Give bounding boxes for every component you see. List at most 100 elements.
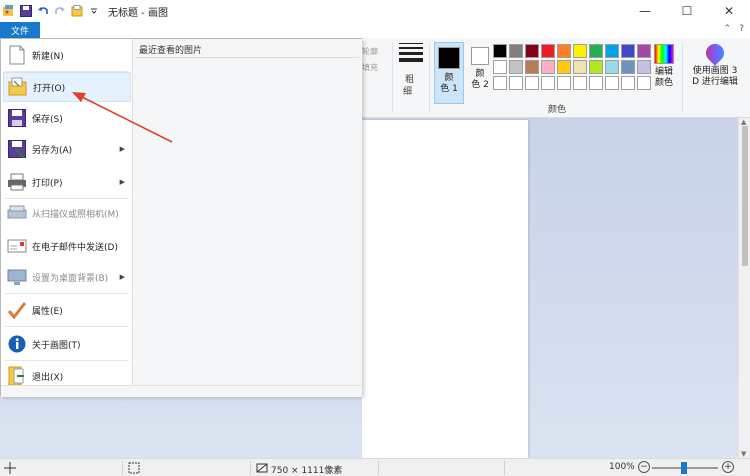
palette-swatch[interactable] [637,76,651,90]
palette-swatch[interactable] [573,76,587,90]
fill-button[interactable]: 填充 [362,62,378,73]
palette-swatch[interactable] [605,76,619,90]
outline-button[interactable]: 轮廓 [362,46,378,57]
file-menu-item-label: 从扫描仪或照相机(M) [32,209,119,220]
cursor-position-icon [4,462,16,474]
palette-swatch[interactable] [493,60,507,74]
palette-swatch[interactable] [541,76,555,90]
zoom-slider-thumb[interactable] [681,462,687,474]
minimize-button[interactable]: — [624,0,666,22]
printer-icon [6,171,28,193]
palette-swatch[interactable] [637,44,651,58]
help-icon[interactable]: ? [739,24,744,34]
palette-swatch[interactable] [557,76,571,90]
paint3d-button[interactable]: 使用画图 3 D 进行编辑 [685,40,745,88]
line-width-icon [399,43,423,65]
file-menu-item-label: 另存为(A) [32,145,73,156]
palette-swatch[interactable] [605,60,619,74]
file-menu-item-label: 保存(S) [32,114,63,125]
color1-swatch [438,47,460,69]
file-menu-commands: 新建(N) 打开(O) 保存(S) 另存为(A) ▶ 打印(P) ▶ 从扫描仪或照相机(M) 在… [1,39,132,386]
palette-swatch[interactable] [621,44,635,58]
file-menu-footer [1,385,362,397]
file-menu-item-label: 打印(P) [32,178,63,189]
file-menu: 新建(N) 打开(O) 保存(S) 另存为(A) ▶ 打印(P) ▶ 从扫描仪或照相机(M) 在… [0,38,362,397]
zoom-in-button[interactable]: + [722,461,734,473]
file-menu-item: 从扫描仪或照相机(M) [3,198,131,228]
palette-swatch[interactable] [541,60,555,74]
color2-button[interactable]: 颜 色 2 [466,42,494,102]
edit-colors-label-a: 编辑 [654,67,673,77]
save-icon[interactable] [19,4,33,18]
file-menu-item[interactable]: 另存为(A) ▶ [3,134,131,164]
palette-swatch[interactable] [589,60,603,74]
color2-label-b: 色 2 [471,80,489,90]
status-bar: 750 × 1111像素 100% − + [0,458,750,476]
palette-swatch[interactable] [573,44,587,58]
selection-size-icon [128,462,140,474]
file-menu-item-label: 在电子邮件中发送(D) [32,242,118,253]
save-as-icon [6,138,28,160]
palette-swatch[interactable] [573,60,587,74]
open-folder-icon[interactable] [70,4,84,18]
scroll-down-icon[interactable]: ▼ [741,450,746,458]
palette-swatch[interactable] [541,44,555,58]
quick-access-toolbar [0,0,104,22]
palette-swatch[interactable] [509,60,523,74]
palette-swatch[interactable] [525,44,539,58]
vertical-scrollbar[interactable]: ▲ ▼ [738,118,750,458]
email-icon [6,235,28,257]
palette-swatch[interactable] [589,44,603,58]
file-menu-item[interactable]: 在电子邮件中发送(D) [3,231,131,261]
palette-swatch[interactable] [637,60,651,74]
file-menu-item[interactable]: 保存(S) [3,103,131,133]
paint-app-icon[interactable] [2,4,16,18]
file-menu-item[interactable]: 新建(N) [3,40,131,70]
file-menu-item-label: 新建(N) [32,51,64,62]
ribbon-tab-row: 文件 ⌃ ? [0,22,750,38]
drawing-canvas[interactable] [362,120,528,458]
palette-swatch[interactable] [493,76,507,90]
zoom-out-button[interactable]: − [638,461,650,473]
edit-colors-label-b: 颜色 [654,78,673,88]
title-bar: 无标题 - 画图 — ☐ ✕ [0,0,750,22]
redo-icon[interactable] [53,4,67,18]
file-menu-item-label: 退出(X) [32,372,64,383]
palette-swatch[interactable] [525,76,539,90]
scanner-icon [6,202,28,224]
scroll-up-icon[interactable]: ▲ [741,118,746,126]
file-menu-item[interactable]: 属性(E) [3,295,131,325]
palette-swatch[interactable] [621,60,635,74]
image-size-icon [256,462,268,476]
color-spectrum-icon [654,44,674,64]
tab-file[interactable]: 文件 [0,22,40,38]
size-label-b: 细 [403,87,413,97]
open-folder-icon [7,76,29,98]
palette-swatch[interactable] [557,60,571,74]
close-button[interactable]: ✕ [708,0,750,22]
info-icon [6,333,28,355]
scrollbar-thumb[interactable] [742,126,748,266]
file-menu-item[interactable]: 打开(O) [3,72,131,102]
color1-label-b: 色 1 [440,84,458,94]
edit-colors-button[interactable]: 编辑 颜色 [650,44,678,89]
palette-swatch[interactable] [525,60,539,74]
desktop-background-icon [6,266,28,288]
palette-swatch[interactable] [589,76,603,90]
undo-icon[interactable] [36,4,50,18]
customize-toolbar-chevron-icon[interactable] [87,4,101,18]
palette-swatch[interactable] [509,76,523,90]
palette-swatch[interactable] [605,44,619,58]
palette-swatch[interactable] [493,44,507,58]
palette-swatch[interactable] [557,44,571,58]
file-menu-item[interactable]: 关于画图(T) [3,329,131,359]
maximize-button[interactable]: ☐ [666,0,708,22]
file-menu-item[interactable]: 打印(P) ▶ [3,167,131,197]
color1-button[interactable]: 颜 色 1 [434,42,464,104]
ribbon-collapse-icon[interactable]: ⌃ [724,24,732,34]
window-title: 无标题 - 画图 [108,7,168,19]
palette-swatch[interactable] [509,44,523,58]
paint3d-label-a: 使用画图 3 [692,66,738,76]
palette-swatch[interactable] [621,76,635,90]
colors-group-label: 颜色 [548,105,567,115]
